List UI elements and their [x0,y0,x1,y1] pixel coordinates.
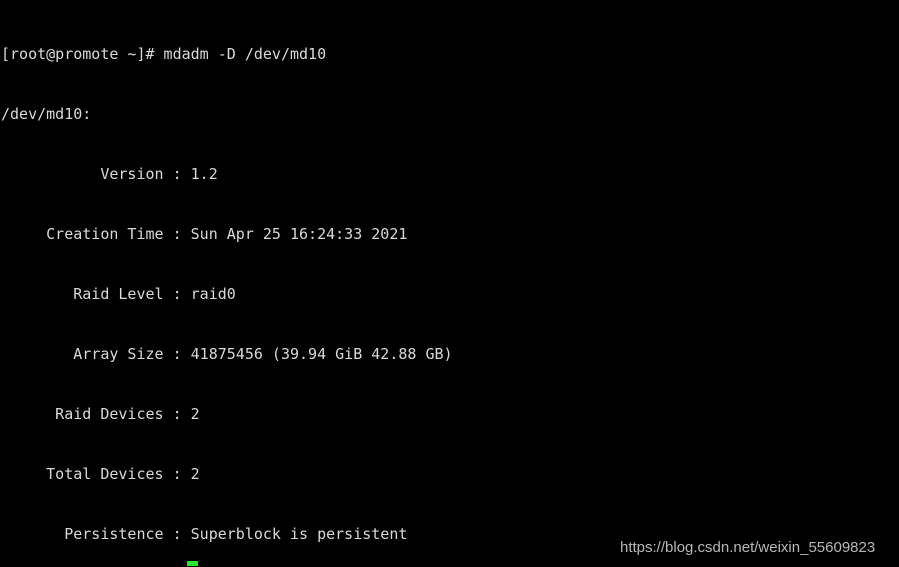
terminal-line-prompt: [root@promote ~]# mdadm -D /dev/md10 [1,45,327,63]
terminal-line-device: /dev/md10: [1,105,92,123]
terminal-line-total-devices: Total Devices : 2 [1,465,200,483]
terminal-line-version: Version : 1.2 [1,165,218,183]
terminal-line-raid-level: Raid Level : raid0 [1,285,236,303]
watermark-url: https://blog.csdn.net/weixin_55609823 [620,539,876,556]
terminal-cursor [187,561,198,566]
terminal-line-creation-time: Creation Time : Sun Apr 25 16:24:33 2021 [1,225,408,243]
terminal-line-array-size: Array Size : 41875456 (39.94 GiB 42.88 G… [1,345,453,363]
terminal-screen[interactable]: [root@promote ~]# mdadm -D /dev/md10 /de… [0,0,899,567]
terminal-line-raid-devices: Raid Devices : 2 [1,405,200,423]
